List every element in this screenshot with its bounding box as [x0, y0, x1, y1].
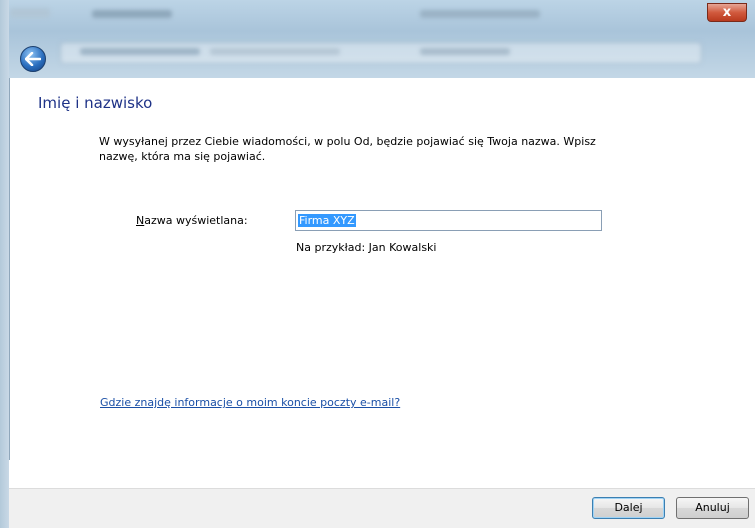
- email-account-help-link[interactable]: Gdzie znajdę informacje o moim koncie po…: [100, 396, 400, 409]
- title-bar-blur: [10, 8, 50, 18]
- display-name-value: Firma XYZ: [298, 214, 356, 227]
- close-icon: x: [722, 5, 732, 20]
- title-bar-blur: [92, 10, 172, 18]
- title-bar-blur: [420, 10, 540, 18]
- button-bar: Dalej Anuluj: [9, 488, 755, 528]
- background-window-blur: [210, 48, 340, 55]
- back-arrow-icon: [25, 52, 41, 66]
- title-bar: x: [0, 0, 755, 78]
- page-title: Imię i nazwisko: [38, 94, 153, 112]
- background-window-blur: [80, 48, 200, 55]
- display-name-label-accelerator: N: [136, 214, 145, 227]
- display-name-label-text: azwa wyświetlana:: [144, 214, 248, 227]
- close-button[interactable]: x: [707, 3, 747, 22]
- back-button[interactable]: [20, 46, 46, 72]
- page-description: W wysyłanej przez Ciebie wiadomości, w p…: [99, 135, 596, 163]
- display-name-label: Nazwa wyświetlana:: [136, 214, 248, 227]
- window-frame-left: [0, 0, 9, 528]
- example-hint: Na przykład: Jan Kowalski: [296, 241, 437, 254]
- next-button[interactable]: Dalej: [592, 497, 665, 519]
- display-name-input[interactable]: Firma XYZ: [295, 210, 602, 231]
- wizard-window: x Imię i nazwisko W wysyłanej przez Cieb…: [0, 0, 755, 528]
- wizard-content: Imię i nazwisko W wysyłanej przez Ciebie…: [9, 78, 755, 460]
- background-window-blur: [420, 48, 510, 55]
- cancel-button[interactable]: Anuluj: [676, 497, 749, 519]
